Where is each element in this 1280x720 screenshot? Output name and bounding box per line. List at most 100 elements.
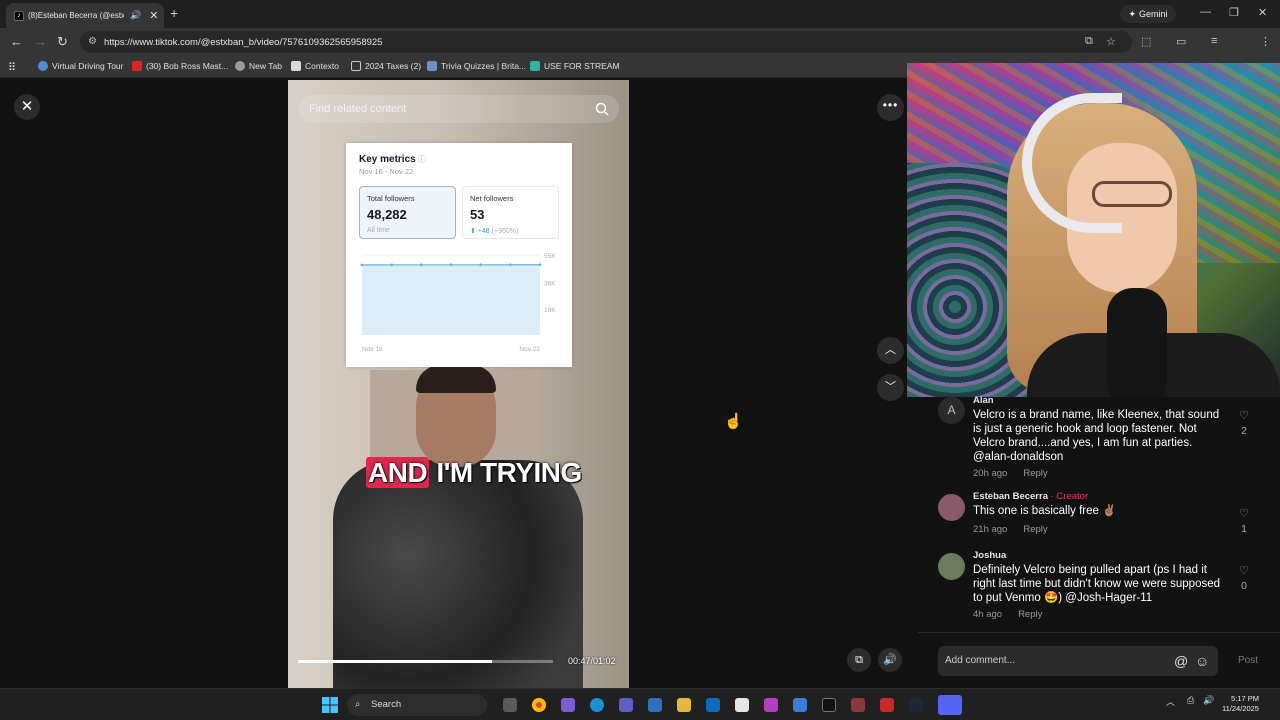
avatar[interactable] [938, 494, 965, 521]
capcut-icon[interactable] [822, 698, 836, 712]
comment-time: 4h ago [973, 609, 1003, 620]
apps-grid-icon[interactable]: ⠿ [8, 61, 16, 74]
reply-button[interactable]: Reply [1018, 609, 1042, 620]
author-name: Alan [973, 395, 994, 406]
split-view-icon[interactable]: ▭ [1176, 35, 1186, 48]
heart-icon[interactable]: ♡ [1236, 507, 1252, 520]
bookmark-item[interactable]: Contexto [291, 61, 339, 71]
related-search-input[interactable]: Find related content [299, 95, 619, 123]
bookmark-item[interactable]: USE FOR STREAM [530, 61, 620, 71]
pinterest-icon [530, 61, 540, 71]
heart-icon[interactable]: ♡ [1236, 564, 1252, 577]
comment-author[interactable]: Joshua [973, 550, 1006, 561]
globe-icon [38, 61, 48, 71]
teams-icon[interactable] [619, 698, 633, 712]
bookmark-item[interactable]: (30) Bob Ross Mast... [132, 61, 228, 71]
reply-button[interactable]: Reply [1023, 468, 1047, 479]
volume-button[interactable]: 🔊 [878, 648, 902, 672]
avatar[interactable] [938, 553, 965, 580]
store-icon[interactable] [735, 698, 749, 712]
task-view-icon[interactable] [503, 698, 517, 712]
speaker-icon[interactable]: 🔊 [130, 10, 141, 21]
app-icon[interactable] [851, 698, 865, 712]
next-video-button[interactable]: ﹀ [877, 374, 904, 401]
video-progress-bar[interactable] [298, 660, 553, 663]
windows-start-icon[interactable] [322, 697, 338, 713]
video-caption: AND I'M TRYING [366, 457, 582, 489]
media-controls-icon[interactable]: ≡ [1211, 35, 1217, 47]
like-count: 1 [1241, 523, 1247, 535]
net-followers-change: ⬆ +48 (+960%) [470, 227, 551, 235]
forward-icon[interactable]: → [34, 34, 47, 49]
taskbar-clock[interactable]: 5:17 PM 11/24/2025 [1222, 694, 1259, 714]
app-icon[interactable] [793, 698, 807, 712]
steam-icon[interactable] [909, 698, 923, 712]
data-point [479, 263, 483, 267]
back-icon[interactable]: ← [10, 34, 23, 49]
bookmark-item[interactable]: 2024 Taxes (2) [351, 61, 421, 71]
more-options-button[interactable]: ••• [877, 94, 904, 121]
data-point [538, 263, 542, 267]
previous-video-button[interactable]: ︿ [877, 337, 904, 364]
y-tick-label: 36K [544, 281, 556, 288]
britannica-icon [427, 61, 437, 71]
net-followers-card: Net followers 53 ⬆ +48 (+960%) [462, 186, 559, 239]
app-icon[interactable] [880, 698, 894, 712]
install-icon[interactable]: ⧉ [1085, 35, 1093, 48]
restore-icon[interactable]: ❐ [1229, 6, 1239, 19]
site-info-icon[interactable]: ⚙ [88, 36, 97, 47]
comment-author[interactable]: Alan [973, 395, 994, 406]
file-explorer-icon[interactable] [677, 698, 691, 712]
bookmark-label: USE FOR STREAM [544, 61, 620, 71]
bookmark-item[interactable]: New Tab [235, 61, 282, 71]
data-point [449, 263, 453, 267]
network-icon[interactable]: ⎙ [1187, 695, 1194, 706]
discord-icon[interactable] [938, 695, 962, 715]
net-change-value: +48 [477, 228, 490, 235]
emoji-icon[interactable]: ☺ [1195, 646, 1209, 676]
reply-button[interactable]: Reply [1023, 524, 1047, 535]
edge-icon[interactable] [590, 698, 604, 712]
outlook-icon[interactable] [706, 698, 720, 712]
comment-author[interactable]: Esteban Becerra · Creator [973, 491, 1088, 502]
url-text: https://www.tiktok.com/@estxban_b/video/… [104, 36, 383, 48]
bookmark-item[interactable]: Virtual Driving Tour [38, 61, 124, 71]
picture-in-picture-button[interactable]: ⧉ [847, 648, 871, 672]
bookmark-star-icon[interactable]: ☆ [1106, 35, 1116, 48]
url-bar[interactable]: ⚙ https://www.tiktok.com/@estxban_b/vide… [80, 31, 1132, 53]
video-time: 00:47/01:02 [568, 656, 616, 666]
comment-input[interactable]: Add comment... @ ☺ [938, 646, 1218, 676]
close-tab-icon[interactable]: ✕ [149, 9, 158, 22]
chrome-icon[interactable] [532, 698, 546, 712]
streamer-webcam [907, 63, 1280, 397]
avatar[interactable]: A [938, 397, 965, 424]
chevron-up-icon[interactable]: ︿ [1166, 695, 1175, 708]
close-video-button[interactable]: ✕ [14, 94, 40, 120]
window-close-icon[interactable]: ✕ [1258, 6, 1267, 19]
search-icon[interactable] [595, 102, 609, 116]
app-icon[interactable] [764, 698, 778, 712]
bookmark-label: 2024 Taxes (2) [365, 61, 422, 71]
taskbar-search[interactable]: ⌕ Search [347, 694, 487, 716]
metrics-title-text: Key metrics [359, 154, 416, 165]
new-tab-button[interactable]: + [170, 5, 178, 21]
total-followers-sub: All time [367, 227, 390, 234]
x-tick-label: Nov 16 [362, 346, 383, 353]
area-fill [362, 264, 540, 335]
minimize-icon[interactable]: — [1200, 6, 1211, 18]
post-button[interactable]: Post [1238, 655, 1258, 666]
speaker-icon[interactable]: 🔊 [1203, 695, 1214, 706]
extensions-icon[interactable]: ⬚ [1141, 35, 1151, 48]
reload-icon[interactable]: ↻ [57, 34, 68, 50]
browser-tab[interactable]: ♪ (8)Esteban Becerra (@estx 🔊 ✕ [6, 3, 164, 28]
browser-menu-icon[interactable]: ⋮ [1260, 35, 1271, 48]
copilot-icon[interactable] [561, 698, 575, 712]
heart-icon[interactable]: ♡ [1236, 409, 1252, 422]
bookmark-item[interactable]: Trivia Quizzes | Brita... [427, 61, 526, 71]
tab-title: (8)Esteban Becerra (@estx [28, 11, 124, 20]
gemini-button[interactable]: ✦ Gemini [1120, 5, 1176, 23]
photos-icon[interactable] [648, 698, 662, 712]
comment-placeholder: Add comment... [945, 655, 1016, 666]
mention-icon[interactable]: @ [1174, 646, 1188, 676]
bookmark-label: (30) Bob Ross Mast... [146, 61, 229, 71]
